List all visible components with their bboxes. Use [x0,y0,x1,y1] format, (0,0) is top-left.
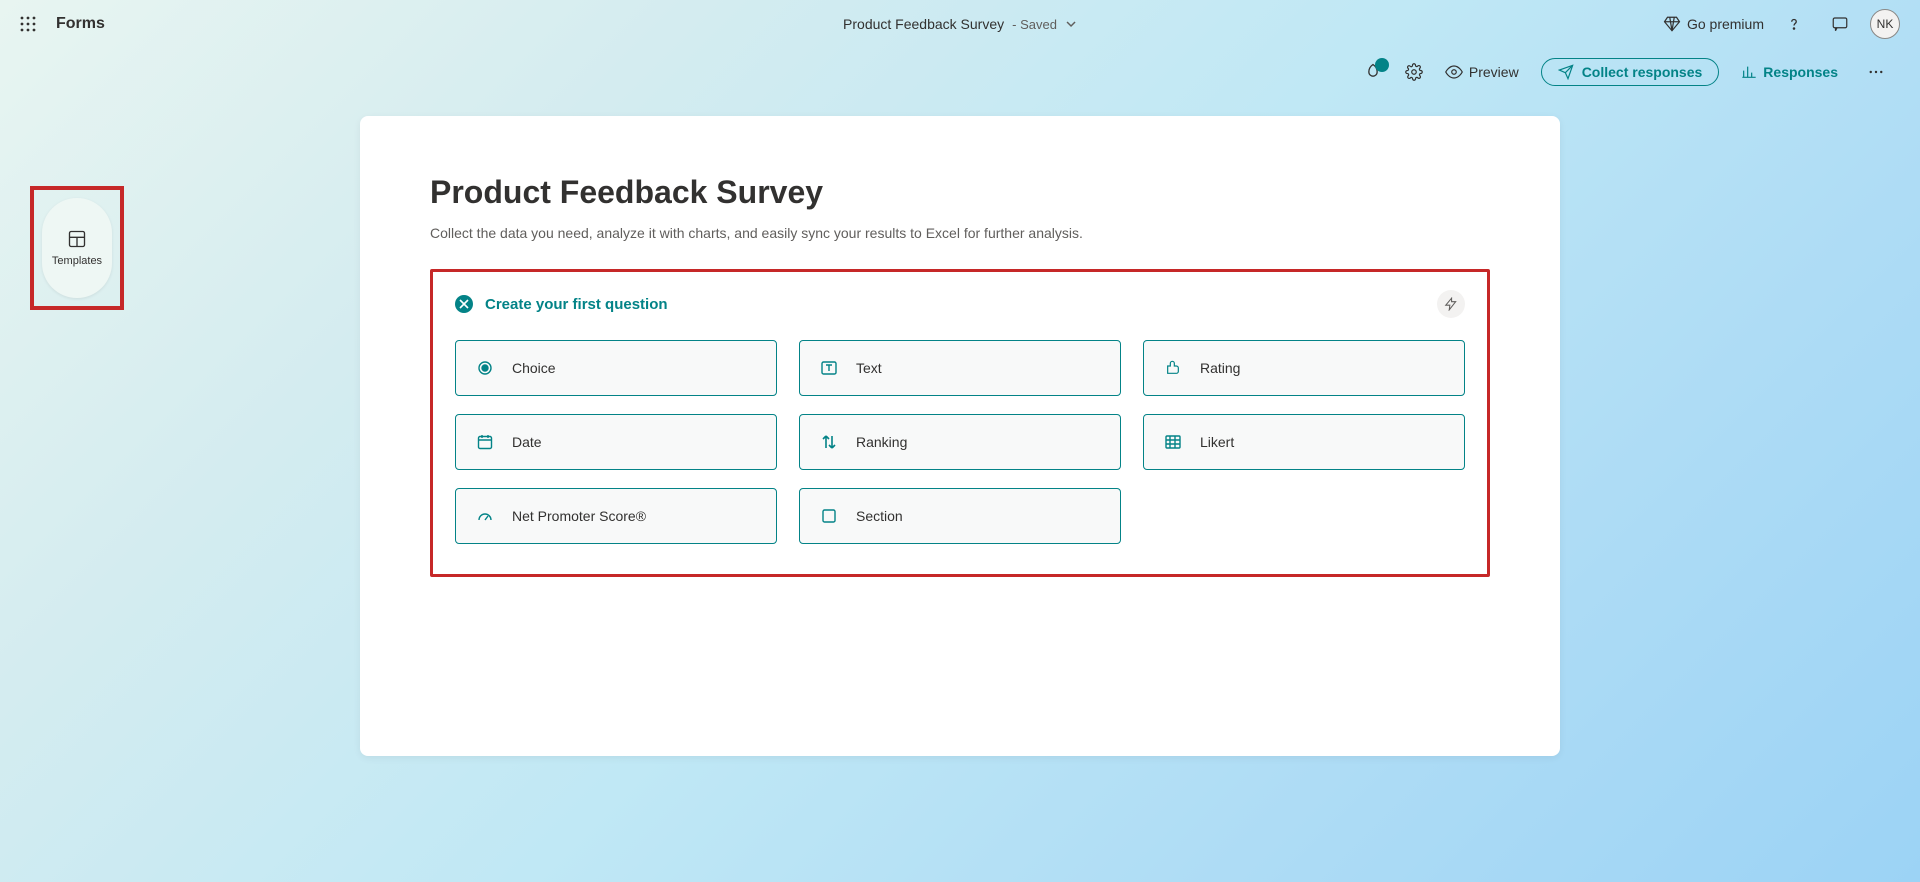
type-date-button[interactable]: Date [455,414,777,470]
type-ranking-button[interactable]: Ranking [799,414,1121,470]
type-label: Date [512,434,542,450]
grid-icon [1164,433,1182,451]
canvas: Templates Product Feedback Survey Collec… [0,96,1920,756]
collect-responses-button[interactable]: Collect responses [1541,58,1720,86]
create-question-heading: Create your first question [485,296,668,313]
templates-label: Templates [52,255,102,267]
app-name[interactable]: Forms [56,15,105,33]
responses-label: Responses [1763,64,1838,80]
type-label: Net Promoter Score® [512,508,646,524]
gauge-icon [476,507,494,525]
more-button[interactable] [1860,56,1892,88]
document-title: Product Feedback Survey [843,16,1004,32]
text-icon [820,359,838,377]
type-label: Section [856,508,903,524]
send-icon [1558,64,1574,80]
chevron-down-icon [1065,18,1077,30]
form-title[interactable]: Product Feedback Survey [430,174,1490,211]
preview-label: Preview [1469,64,1519,80]
close-create-panel-button[interactable] [455,295,473,313]
go-premium-button[interactable]: Go premium [1663,15,1764,33]
type-label: Choice [512,360,556,376]
create-question-header: Create your first question [455,290,1465,318]
type-text-button[interactable]: Text [799,340,1121,396]
type-label: Ranking [856,434,907,450]
chart-icon [1741,64,1757,80]
ranking-icon [820,433,838,451]
responses-button[interactable]: Responses [1741,64,1838,80]
document-title-group[interactable]: Product Feedback Survey Saved [843,16,1077,32]
close-icon [459,299,469,309]
go-premium-label: Go premium [1687,16,1764,32]
templates-button[interactable]: Templates [42,198,112,298]
save-status: Saved [1012,17,1057,32]
more-horizontal-icon [1867,63,1885,81]
type-rating-button[interactable]: Rating [1143,340,1465,396]
app-launcher-button[interactable] [8,4,48,44]
type-likert-button[interactable]: Likert [1143,414,1465,470]
eye-icon [1445,63,1463,81]
header-right: Go premium NK [1663,8,1912,40]
preview-button[interactable]: Preview [1445,63,1519,81]
form-description[interactable]: Collect the data you need, analyze it wi… [430,225,1490,241]
type-label: Likert [1200,434,1234,450]
collect-label: Collect responses [1582,64,1703,80]
gear-icon [1405,63,1423,81]
diamond-icon [1663,15,1681,33]
calendar-icon [476,433,494,451]
type-section-button[interactable]: Section [799,488,1121,544]
section-icon [820,507,838,525]
avatar[interactable]: NK [1870,9,1900,39]
templates-highlight: Templates [30,186,124,310]
feedback-button[interactable] [1824,8,1856,40]
settings-button[interactable] [1405,63,1423,81]
type-nps-button[interactable]: Net Promoter Score® [455,488,777,544]
create-question-block: Create your first question Choice [430,269,1490,577]
waffle-icon [20,16,36,32]
type-choice-button[interactable]: Choice [455,340,777,396]
help-button[interactable] [1778,8,1810,40]
header-bar: Forms Product Feedback Survey Saved Go p… [0,0,1920,48]
type-label: Rating [1200,360,1240,376]
copilot-badge [1375,58,1389,72]
copilot-button[interactable] [1363,62,1383,82]
toolbar: Preview Collect responses Responses [0,48,1920,96]
chat-icon [1831,15,1849,33]
question-type-grid: Choice Text Rating [455,340,1465,544]
type-label: Text [856,360,882,376]
templates-icon [67,229,87,249]
question-icon [1785,15,1803,33]
radio-icon [476,359,494,377]
form-card: Product Feedback Survey Collect the data… [360,116,1560,756]
quick-suggest-button[interactable] [1437,290,1465,318]
lightning-icon [1444,297,1458,311]
thumbsup-icon [1164,359,1182,377]
